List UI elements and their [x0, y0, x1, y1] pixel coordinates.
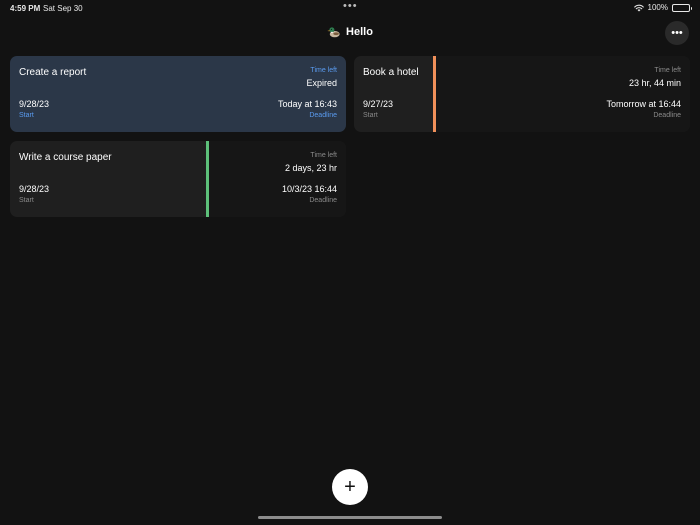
- task-start-date: 9/28/23: [19, 99, 50, 109]
- home-indicator[interactable]: [258, 516, 442, 519]
- more-button[interactable]: •••: [665, 21, 689, 45]
- wifi-icon: [633, 4, 644, 11]
- task-start-label: Start: [363, 112, 378, 119]
- task-progress-remaining: [435, 56, 690, 132]
- task-deadline: 10/3/23 16:44: [281, 184, 337, 194]
- duck-icon: [327, 27, 340, 38]
- task-title: Book a hotel: [363, 67, 419, 78]
- task-card-book-hotel[interactable]: Book a hotel 9/27/23 Start Time left 23 …: [354, 56, 690, 132]
- task-deadline-label: Deadline: [653, 112, 681, 119]
- task-time-left-label: Time left: [310, 67, 337, 74]
- task-title: Create a report: [19, 67, 87, 78]
- status-date: Sat Sep 30: [43, 4, 83, 13]
- task-start-date: 9/27/23: [363, 99, 394, 109]
- task-time-left: Expired: [306, 78, 337, 88]
- task-deadline: Tomorrow at 16:44: [606, 99, 681, 109]
- task-progress-marker: [433, 56, 436, 132]
- task-time-left: 2 days, 23 hr: [284, 163, 337, 173]
- task-start-label: Start: [19, 197, 34, 204]
- task-deadline-label: Deadline: [309, 112, 337, 119]
- add-task-button[interactable]: +: [332, 469, 368, 505]
- page-title-text: Hello: [346, 26, 373, 38]
- task-card-course-paper[interactable]: Write a course paper 9/28/23 Start Time …: [10, 141, 346, 217]
- status-time: 4:59 PM: [10, 4, 41, 13]
- task-title: Write a course paper: [19, 152, 112, 163]
- multitasking-dots-icon[interactable]: •••: [343, 0, 358, 12]
- page-title: Hello: [0, 25, 700, 39]
- task-start-date: 9/28/23: [19, 184, 50, 194]
- task-time-left: 23 hr, 44 min: [628, 78, 681, 88]
- battery-percent: 100%: [647, 3, 668, 12]
- status-right: 100%: [633, 3, 692, 12]
- status-bar: 4:59 PM Sat Sep 30 ••• 100%: [0, 0, 700, 16]
- task-start-label: Start: [19, 112, 34, 119]
- task-card-create-report[interactable]: Create a report 9/28/23 Start Time left …: [10, 56, 346, 132]
- task-deadline-label: Deadline: [309, 197, 337, 204]
- task-deadline: Today at 16:43: [277, 99, 337, 109]
- task-time-left-label: Time left: [310, 152, 337, 159]
- task-time-left-label: Time left: [654, 67, 681, 74]
- battery-icon: [672, 3, 692, 12]
- task-progress-marker: [206, 141, 209, 217]
